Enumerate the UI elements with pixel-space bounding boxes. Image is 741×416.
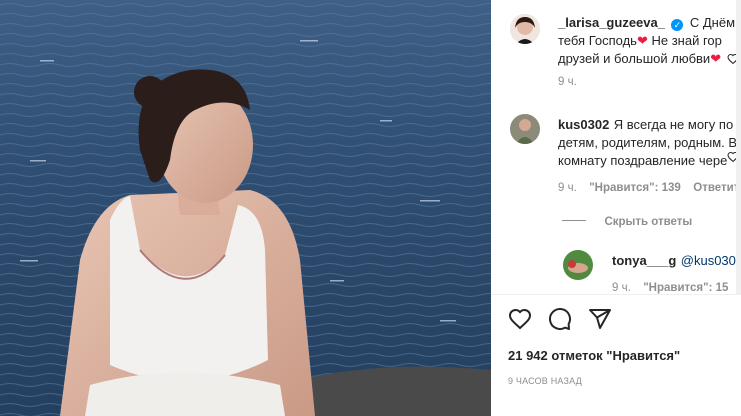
caption-text-3: друзей и большой любви — [558, 51, 711, 66]
comment-text-3: комнату поздравление чере — [558, 153, 728, 168]
heart-icon — [508, 308, 532, 330]
author-username[interactable]: _larisa_guzeeva_ — [558, 15, 665, 30]
hide-replies-line — [562, 220, 586, 222]
comment-meta: 9 ч. "Нравится": 139 Ответить — [558, 178, 741, 196]
avatar-image — [510, 14, 540, 44]
comment-icon — [549, 308, 571, 330]
caption-text-2b: Не знай гор — [651, 33, 722, 48]
caption-line1: _larisa_guzeeva_ ✓ С Днём Ро — [558, 14, 741, 32]
comment-time[interactable]: 9 ч. — [558, 182, 577, 194]
caption-text-2: тебя Господь — [558, 33, 637, 48]
share-icon — [589, 309, 611, 329]
caption-line2: тебя Господь❤ Не знай гор — [558, 32, 741, 50]
hide-replies-label: Скрыть ответы — [604, 216, 693, 228]
heart-emoji-icon: ❤ — [710, 51, 722, 66]
avatar-image — [563, 250, 593, 280]
author-avatar[interactable] — [510, 14, 540, 44]
caption-line3: друзей и большой любви❤ — [558, 50, 741, 68]
like-button[interactable] — [508, 307, 534, 333]
caption-text-1: С Днём Ро — [689, 15, 741, 30]
post-panel: _larisa_guzeeva_ ✓ С Днём Ро тебя Господ… — [491, 0, 741, 416]
posted-ago[interactable]: 9 ЧАСОВ НАЗАД — [508, 376, 741, 386]
verified-badge-icon: ✓ — [671, 19, 684, 31]
comment-username[interactable]: kus0302 — [558, 117, 609, 132]
comment-text-1: Я всегда не могу по — [613, 117, 734, 132]
actions-divider — [491, 294, 741, 295]
reply-username[interactable]: tonya___g — [612, 253, 676, 268]
post-photo[interactable] — [0, 0, 491, 416]
likes-count[interactable]: 21 942 отметок "Нравится" — [508, 348, 741, 363]
hide-replies-toggle[interactable]: Скрыть ответы — [562, 212, 741, 230]
comment-reply-button[interactable]: Ответить — [693, 182, 741, 194]
heart-emoji-icon: ❤ — [636, 33, 648, 48]
caption-time[interactable]: 9 ч. — [558, 76, 741, 88]
photo-illustration — [0, 0, 491, 416]
avatar-image — [510, 114, 540, 144]
commenter-avatar[interactable] — [510, 114, 540, 144]
comment-likes[interactable]: "Нравится": 139 — [589, 182, 681, 194]
comment-line1: kus0302 Я всегда не могу по — [558, 116, 741, 134]
reply-mention[interactable]: @kus0302 — [681, 253, 741, 268]
reply-avatar[interactable] — [563, 250, 593, 280]
comments-scrollbar[interactable] — [736, 0, 741, 294]
comment-text-2: детям, родителям, родным. В — [558, 135, 738, 150]
comment-button[interactable] — [548, 307, 574, 333]
reply-time[interactable]: 9 ч. — [612, 282, 631, 294]
reply-likes[interactable]: "Нравится": 15 — [643, 282, 728, 294]
share-button[interactable] — [588, 307, 614, 333]
reply-line1: tonya___g @kus0302 — [612, 252, 741, 270]
